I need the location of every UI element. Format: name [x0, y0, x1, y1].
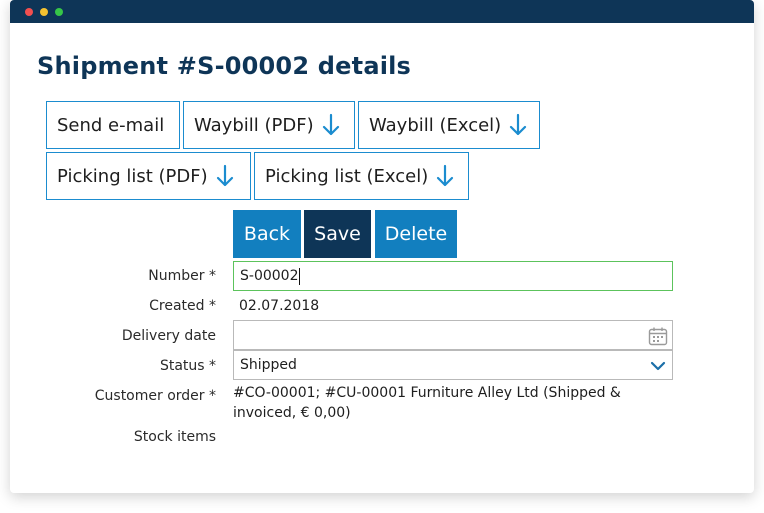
- picking-list-pdf-button[interactable]: Picking list (PDF): [46, 152, 251, 200]
- download-arrow-icon: [436, 164, 454, 188]
- download-arrow-icon: [509, 113, 527, 137]
- delivery-date-input[interactable]: [233, 320, 673, 350]
- status-value: Shipped: [240, 357, 297, 373]
- number-input[interactable]: S-00002: [233, 261, 673, 291]
- delete-button[interactable]: Delete: [375, 210, 457, 258]
- customer-order-label: Customer order *: [94, 388, 216, 404]
- close-window-dot[interactable]: [25, 8, 33, 16]
- minimize-window-dot[interactable]: [40, 8, 48, 16]
- waybill-excel-button[interactable]: Waybill (Excel): [358, 101, 540, 149]
- created-label: Created *: [149, 298, 216, 314]
- text-caret: [299, 267, 301, 285]
- number-value: S-00002: [240, 268, 299, 284]
- waybill-excel-label: Waybill (Excel): [369, 114, 502, 136]
- window-titlebar: [10, 0, 754, 23]
- chevron-down-icon: [650, 360, 666, 376]
- delivery-date-label: Delivery date: [121, 328, 216, 344]
- waybill-pdf-label: Waybill (PDF): [194, 114, 314, 136]
- send-email-label: Send e-mail: [57, 114, 165, 136]
- picking-list-excel-button[interactable]: Picking list (Excel): [254, 152, 469, 200]
- picking-list-pdf-label: Picking list (PDF): [57, 165, 208, 187]
- send-email-button[interactable]: Send e-mail: [46, 101, 180, 149]
- download-arrow-icon: [322, 113, 340, 137]
- download-arrow-icon: [216, 164, 234, 188]
- customer-order-value: #CO-00001; #CU-00001 Furniture Alley Ltd…: [233, 385, 621, 421]
- save-button[interactable]: Save: [304, 210, 371, 258]
- picking-list-excel-label: Picking list (Excel): [265, 165, 429, 187]
- created-value: 02.07.2018: [239, 298, 320, 314]
- stock-items-label: Stock items: [133, 429, 216, 445]
- waybill-pdf-button[interactable]: Waybill (PDF): [183, 101, 355, 149]
- status-label: Status *: [159, 358, 216, 374]
- status-select[interactable]: Shipped: [233, 350, 673, 380]
- back-button[interactable]: Back: [233, 210, 301, 258]
- calendar-icon[interactable]: [648, 326, 668, 350]
- number-label: Number *: [148, 268, 216, 284]
- page-title: Shipment #S-00002 details: [37, 52, 412, 80]
- maximize-window-dot[interactable]: [55, 8, 63, 16]
